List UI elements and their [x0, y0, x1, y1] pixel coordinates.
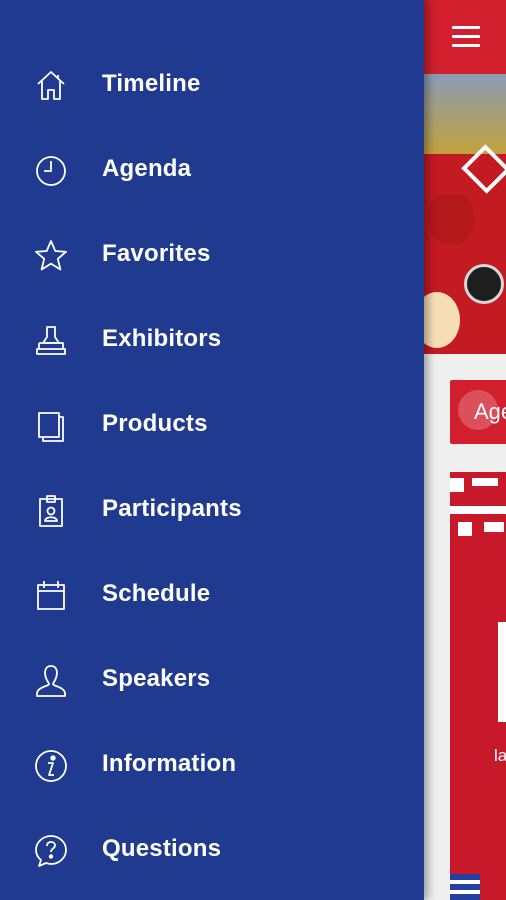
home-icon — [33, 68, 69, 104]
person-icon — [33, 663, 69, 699]
pattern-graphic — [450, 472, 506, 540]
stamp-icon — [33, 323, 69, 359]
hamburger-menu-icon[interactable] — [452, 26, 480, 48]
calendar-icon — [33, 578, 69, 614]
info-icon — [33, 748, 69, 784]
menu-item-label: Schedule — [102, 580, 211, 607]
menu-item-label: Products — [102, 410, 208, 437]
event-banner-image — [424, 74, 506, 354]
star-icon — [33, 238, 69, 274]
menu-item-schedule[interactable]: Schedule — [0, 554, 424, 639]
menu-item-label: Participants — [102, 495, 242, 522]
menu-item-label: Exhibitors — [102, 325, 222, 352]
promo-card[interactable]: la — [450, 472, 506, 900]
clock-icon — [33, 153, 69, 189]
app-toolbar — [424, 0, 506, 74]
card-headline-graphic — [498, 622, 506, 722]
menu-item-timeline[interactable]: Timeline — [0, 44, 424, 129]
navigation-drawer: Timeline Agenda Favorites Exhibitors Pro… — [0, 0, 424, 900]
agenda-button[interactable]: Age — [450, 380, 506, 444]
menu-item-label: Agenda — [102, 155, 192, 182]
agenda-button-label: Age — [474, 399, 506, 424]
flag-graphic — [450, 874, 480, 900]
menu-item-products[interactable]: Products — [0, 384, 424, 469]
badge-icon — [33, 493, 69, 529]
menu-item-label: Timeline — [102, 70, 201, 97]
main-content: Age la — [424, 0, 506, 900]
menu-item-speakers[interactable]: Speakers — [0, 639, 424, 724]
menu-item-label: Questions — [102, 835, 222, 862]
menu-item-label: Favorites — [102, 240, 211, 267]
book-icon — [33, 408, 69, 444]
menu-item-exhibitors[interactable]: Exhibitors — [0, 299, 424, 384]
menu-item-information[interactable]: Information — [0, 724, 424, 809]
menu-item-participants[interactable]: Participants — [0, 469, 424, 554]
menu-item-favorites[interactable]: Favorites — [0, 214, 424, 299]
menu-item-questions[interactable]: Questions — [0, 809, 424, 894]
menu-item-label: Information — [102, 750, 237, 777]
menu-item-label: Speakers — [102, 665, 211, 692]
card-caption: la — [494, 746, 506, 765]
help-icon — [33, 833, 69, 869]
menu-item-agenda[interactable]: Agenda — [0, 129, 424, 214]
